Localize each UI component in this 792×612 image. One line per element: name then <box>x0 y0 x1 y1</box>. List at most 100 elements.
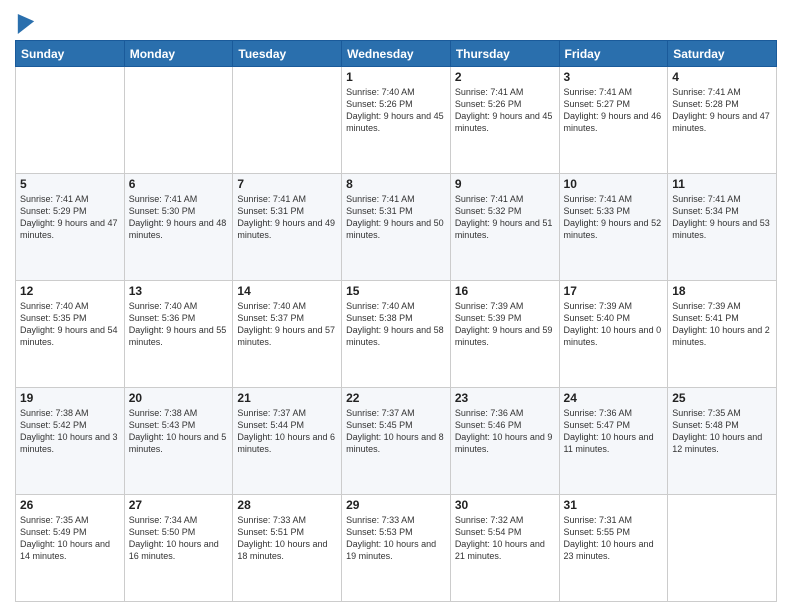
day-number: 30 <box>455 498 555 512</box>
calendar-cell: 14 Sunrise: 7:40 AM Sunset: 5:37 PM Dayli… <box>233 281 342 388</box>
calendar-cell: 5 Sunrise: 7:41 AM Sunset: 5:29 PM Daylig… <box>16 174 125 281</box>
calendar-cell: 4 Sunrise: 7:41 AM Sunset: 5:28 PM Daylig… <box>668 67 777 174</box>
weekday-header-friday: Friday <box>559 41 668 67</box>
day-number: 4 <box>672 70 772 84</box>
weekday-header-monday: Monday <box>124 41 233 67</box>
day-number: 31 <box>564 498 664 512</box>
calendar-cell: 8 Sunrise: 7:41 AM Sunset: 5:31 PM Daylig… <box>342 174 451 281</box>
calendar-cell: 10 Sunrise: 7:41 AM Sunset: 5:33 PM Dayli… <box>559 174 668 281</box>
calendar-header-row: SundayMondayTuesdayWednesdayThursdayFrid… <box>16 41 777 67</box>
calendar-cell: 2Sunrise: 7:41 AM Sunset: 5:26 PM Daylig… <box>450 67 559 174</box>
calendar-cell: 13 Sunrise: 7:40 AM Sunset: 5:36 PM Dayli… <box>124 281 233 388</box>
calendar-week-3: 12Sunrise: 7:40 AM Sunset: 5:35 PM Dayli… <box>16 281 777 388</box>
day-info: Sunrise: 7:40 AM Sunset: 5:37 PM Dayligh… <box>237 300 337 349</box>
calendar-cell: 24Sunrise: 7:36 AM Sunset: 5:47 PM Dayli… <box>559 388 668 495</box>
calendar-cell: 17 Sunrise: 7:39 AM Sunset: 5:40 PM Dayli… <box>559 281 668 388</box>
logo-icon <box>17 14 35 34</box>
day-info: Sunrise: 7:40 AM Sunset: 5:36 PM Dayligh… <box>129 300 229 349</box>
logo <box>15 14 35 34</box>
day-info: Sunrise: 7:40 AM Sunset: 5:35 PM Dayligh… <box>20 300 120 349</box>
calendar-cell: 28 Sunrise: 7:33 AM Sunset: 5:51 PM Dayli… <box>233 495 342 602</box>
day-info: Sunrise: 7:37 AM Sunset: 5:44 PM Dayligh… <box>237 407 337 456</box>
day-number: 14 <box>237 284 337 298</box>
calendar-week-1: 1Sunrise: 7:40 AM Sunset: 5:26 PM Daylig… <box>16 67 777 174</box>
day-number: 5 <box>20 177 120 191</box>
day-info: Sunrise: 7:33 AM Sunset: 5:53 PM Dayligh… <box>346 514 446 563</box>
calendar-cell: 31Sunrise: 7:31 AM Sunset: 5:55 PM Dayli… <box>559 495 668 602</box>
day-number: 15 <box>346 284 446 298</box>
calendar-cell: 21 Sunrise: 7:37 AM Sunset: 5:44 PM Dayli… <box>233 388 342 495</box>
day-number: 23 <box>455 391 555 405</box>
day-info: Sunrise: 7:41 AM Sunset: 5:30 PM Dayligh… <box>129 193 229 242</box>
calendar-week-2: 5 Sunrise: 7:41 AM Sunset: 5:29 PM Daylig… <box>16 174 777 281</box>
day-number: 21 <box>237 391 337 405</box>
day-number: 24 <box>564 391 664 405</box>
day-info: Sunrise: 7:40 AM Sunset: 5:26 PM Dayligh… <box>346 86 446 135</box>
day-info: Sunrise: 7:41 AM Sunset: 5:31 PM Dayligh… <box>346 193 446 242</box>
day-info: Sunrise: 7:38 AM Sunset: 5:42 PM Dayligh… <box>20 407 120 456</box>
day-number: 7 <box>237 177 337 191</box>
calendar-cell: 6 Sunrise: 7:41 AM Sunset: 5:30 PM Daylig… <box>124 174 233 281</box>
calendar-cell: 27 Sunrise: 7:34 AM Sunset: 5:50 PM Dayli… <box>124 495 233 602</box>
day-info: Sunrise: 7:33 AM Sunset: 5:51 PM Dayligh… <box>237 514 337 563</box>
day-number: 28 <box>237 498 337 512</box>
calendar-cell <box>124 67 233 174</box>
day-number: 22 <box>346 391 446 405</box>
day-info: Sunrise: 7:39 AM Sunset: 5:41 PM Dayligh… <box>672 300 772 349</box>
day-number: 13 <box>129 284 229 298</box>
day-info: Sunrise: 7:41 AM Sunset: 5:27 PM Dayligh… <box>564 86 664 135</box>
day-info: Sunrise: 7:41 AM Sunset: 5:32 PM Dayligh… <box>455 193 555 242</box>
day-info: Sunrise: 7:41 AM Sunset: 5:34 PM Dayligh… <box>672 193 772 242</box>
calendar-cell <box>233 67 342 174</box>
day-info: Sunrise: 7:41 AM Sunset: 5:29 PM Dayligh… <box>20 193 120 242</box>
day-info: Sunrise: 7:35 AM Sunset: 5:48 PM Dayligh… <box>672 407 772 456</box>
day-number: 29 <box>346 498 446 512</box>
calendar-body: 1Sunrise: 7:40 AM Sunset: 5:26 PM Daylig… <box>16 67 777 602</box>
calendar-cell: 1Sunrise: 7:40 AM Sunset: 5:26 PM Daylig… <box>342 67 451 174</box>
day-number: 26 <box>20 498 120 512</box>
day-info: Sunrise: 7:38 AM Sunset: 5:43 PM Dayligh… <box>129 407 229 456</box>
page: SundayMondayTuesdayWednesdayThursdayFrid… <box>0 0 792 612</box>
calendar-week-5: 26 Sunrise: 7:35 AM Sunset: 5:49 PM Dayli… <box>16 495 777 602</box>
header <box>15 10 777 34</box>
day-number: 17 <box>564 284 664 298</box>
calendar-cell: 9Sunrise: 7:41 AM Sunset: 5:32 PM Daylig… <box>450 174 559 281</box>
calendar-cell: 12Sunrise: 7:40 AM Sunset: 5:35 PM Dayli… <box>16 281 125 388</box>
day-info: Sunrise: 7:39 AM Sunset: 5:40 PM Dayligh… <box>564 300 664 349</box>
day-number: 18 <box>672 284 772 298</box>
day-number: 10 <box>564 177 664 191</box>
calendar-week-4: 19 Sunrise: 7:38 AM Sunset: 5:42 PM Dayli… <box>16 388 777 495</box>
calendar-table: SundayMondayTuesdayWednesdayThursdayFrid… <box>15 40 777 602</box>
day-info: Sunrise: 7:41 AM Sunset: 5:33 PM Dayligh… <box>564 193 664 242</box>
calendar-cell: 23 Sunrise: 7:36 AM Sunset: 5:46 PM Dayli… <box>450 388 559 495</box>
day-number: 19 <box>20 391 120 405</box>
day-info: Sunrise: 7:40 AM Sunset: 5:38 PM Dayligh… <box>346 300 446 349</box>
calendar-cell: 29 Sunrise: 7:33 AM Sunset: 5:53 PM Dayli… <box>342 495 451 602</box>
calendar-cell: 20 Sunrise: 7:38 AM Sunset: 5:43 PM Dayli… <box>124 388 233 495</box>
day-number: 20 <box>129 391 229 405</box>
day-info: Sunrise: 7:35 AM Sunset: 5:49 PM Dayligh… <box>20 514 120 563</box>
weekday-header-saturday: Saturday <box>668 41 777 67</box>
day-number: 25 <box>672 391 772 405</box>
day-info: Sunrise: 7:41 AM Sunset: 5:31 PM Dayligh… <box>237 193 337 242</box>
calendar-cell: 19 Sunrise: 7:38 AM Sunset: 5:42 PM Dayli… <box>16 388 125 495</box>
day-number: 27 <box>129 498 229 512</box>
day-number: 11 <box>672 177 772 191</box>
weekday-header-tuesday: Tuesday <box>233 41 342 67</box>
day-info: Sunrise: 7:34 AM Sunset: 5:50 PM Dayligh… <box>129 514 229 563</box>
day-info: Sunrise: 7:41 AM Sunset: 5:28 PM Dayligh… <box>672 86 772 135</box>
calendar-cell: 3 Sunrise: 7:41 AM Sunset: 5:27 PM Daylig… <box>559 67 668 174</box>
day-number: 3 <box>564 70 664 84</box>
day-info: Sunrise: 7:36 AM Sunset: 5:46 PM Dayligh… <box>455 407 555 456</box>
calendar-cell: 18 Sunrise: 7:39 AM Sunset: 5:41 PM Dayli… <box>668 281 777 388</box>
day-number: 2 <box>455 70 555 84</box>
day-number: 6 <box>129 177 229 191</box>
day-info: Sunrise: 7:37 AM Sunset: 5:45 PM Dayligh… <box>346 407 446 456</box>
calendar-cell: 30Sunrise: 7:32 AM Sunset: 5:54 PM Dayli… <box>450 495 559 602</box>
day-info: Sunrise: 7:39 AM Sunset: 5:39 PM Dayligh… <box>455 300 555 349</box>
calendar-cell: 26 Sunrise: 7:35 AM Sunset: 5:49 PM Dayli… <box>16 495 125 602</box>
calendar-cell: 7 Sunrise: 7:41 AM Sunset: 5:31 PM Daylig… <box>233 174 342 281</box>
weekday-header-sunday: Sunday <box>16 41 125 67</box>
calendar-cell: 16Sunrise: 7:39 AM Sunset: 5:39 PM Dayli… <box>450 281 559 388</box>
day-number: 8 <box>346 177 446 191</box>
